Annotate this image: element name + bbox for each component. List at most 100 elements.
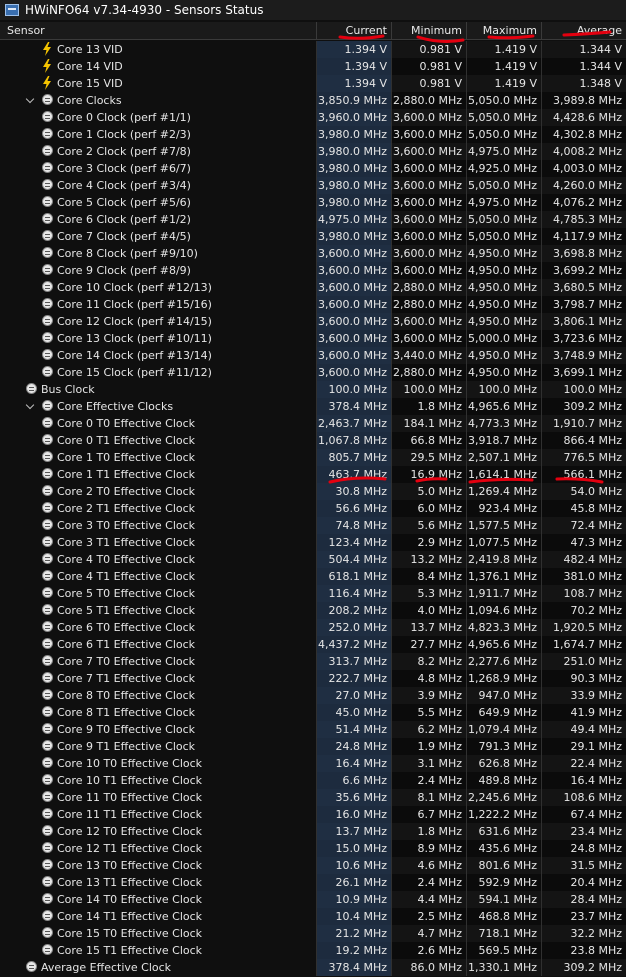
sensor-label: Core 4 Clock (perf #3/4) [57, 179, 191, 192]
minimum-value: 6.0 MHz [391, 500, 466, 517]
average-value: 23.8 MHz [541, 942, 626, 959]
minimum-value: 3.1 MHz [391, 755, 466, 772]
sensor-row[interactable]: Core 14 Clock (perf #13/14) 3,600.0 MHz 3,… [0, 347, 626, 364]
sensor-row[interactable]: Core 15 T1 Effective Clock 19.2 MHz 2.6 MH… [0, 942, 626, 959]
current-value: 10.9 MHz [316, 891, 391, 908]
sensor-name-cell: Core 15 VID [0, 75, 316, 92]
average-value: 3,798.7 MHz [541, 296, 626, 313]
average-value: 54.0 MHz [541, 483, 626, 500]
current-value: 1.394 V [316, 41, 391, 58]
sensor-row[interactable]: Core 15 Clock (perf #11/12) 3,600.0 MHz 2,… [0, 364, 626, 381]
sensor-row[interactable]: Core 10 T0 Effective Clock 16.4 MHz 3.1 MH… [0, 755, 626, 772]
column-header-average[interactable]: Average [541, 22, 626, 39]
minimum-value: 16.9 MHz [391, 466, 466, 483]
sensor-row[interactable]: Core 13 T0 Effective Clock 10.6 MHz 4.6 MH… [0, 857, 626, 874]
current-value: 1.394 V [316, 58, 391, 75]
minimum-value: 2.5 MHz [391, 908, 466, 925]
sensor-row[interactable]: Core 10 Clock (perf #12/13) 3,600.0 MHz 2,… [0, 279, 626, 296]
sensor-label: Core 6 T1 Effective Clock [57, 638, 196, 651]
sensor-row[interactable]: Bus Clock 100.0 MHz 100.0 MHz 100.0 MHz 100.… [0, 381, 626, 398]
sensor-row[interactable]: Core 9 T1 Effective Clock 24.8 MHz 1.9 MHz… [0, 738, 626, 755]
sensor-row[interactable]: Core 4 T0 Effective Clock 504.4 MHz 13.2 M… [0, 551, 626, 568]
sensor-row[interactable]: Core 11 Clock (perf #15/16) 3,600.0 MHz 2,… [0, 296, 626, 313]
sensor-row[interactable]: Core 11 T0 Effective Clock 35.6 MHz 8.1 MH… [0, 789, 626, 806]
sensor-row[interactable]: Core 7 T1 Effective Clock 222.7 MHz 4.8 MH… [0, 670, 626, 687]
sensor-row[interactable]: Core 2 T0 Effective Clock 30.8 MHz 5.0 MHz… [0, 483, 626, 500]
chevron-down-icon[interactable] [26, 96, 34, 104]
sensor-label: Core Clocks [57, 94, 122, 107]
sensor-row[interactable]: Core 10 T1 Effective Clock 6.6 MHz 2.4 MHz… [0, 772, 626, 789]
sensor-row[interactable]: Core 12 T0 Effective Clock 13.7 MHz 1.8 MH… [0, 823, 626, 840]
sensor-row[interactable]: Core Effective Clocks 378.4 MHz 1.8 MHz 4,9… [0, 398, 626, 415]
column-header-current[interactable]: Current [316, 22, 391, 39]
sensor-row[interactable]: Core 14 T0 Effective Clock 10.9 MHz 4.4 MH… [0, 891, 626, 908]
sensor-row[interactable]: Core 3 T1 Effective Clock 123.4 MHz 2.9 MH… [0, 534, 626, 551]
minimum-value: 29.5 MHz [391, 449, 466, 466]
column-header: Sensor Current Minimum Maximum Average [0, 22, 626, 40]
minimum-value: 3,600.0 MHz [391, 194, 466, 211]
sensor-label: Core 9 T1 Effective Clock [57, 740, 196, 753]
column-header-maximum[interactable]: Maximum [466, 22, 541, 39]
sensor-row[interactable]: Core 14 T1 Effective Clock 10.4 MHz 2.5 MH… [0, 908, 626, 925]
sensor-row[interactable]: Core 8 T0 Effective Clock 27.0 MHz 3.9 MHz… [0, 687, 626, 704]
sensor-row[interactable]: Core 3 T0 Effective Clock 74.8 MHz 5.6 MHz… [0, 517, 626, 534]
sensor-row[interactable]: Core 1 Clock (perf #2/3) 3,980.0 MHz 3,600… [0, 126, 626, 143]
average-value: 3,699.2 MHz [541, 262, 626, 279]
sensor-row[interactable]: Core 8 Clock (perf #9/10) 3,600.0 MHz 3,60… [0, 245, 626, 262]
sensor-row[interactable]: Core 5 T0 Effective Clock 116.4 MHz 5.3 MH… [0, 585, 626, 602]
sensor-label: Core 8 T0 Effective Clock [57, 689, 196, 702]
sensor-row[interactable]: Core 0 T1 Effective Clock 1,067.8 MHz 66.8… [0, 432, 626, 449]
sensor-name-cell: Core 10 T1 Effective Clock [0, 772, 316, 789]
sensor-row[interactable]: Core 2 T1 Effective Clock 56.6 MHz 6.0 MHz… [0, 500, 626, 517]
sensor-row[interactable]: Core 13 T1 Effective Clock 26.1 MHz 2.4 MH… [0, 874, 626, 891]
sensor-label: Core 13 T0 Effective Clock [57, 859, 203, 872]
sensor-row[interactable]: Core 12 Clock (perf #14/15) 3,600.0 MHz 3,… [0, 313, 626, 330]
clock-icon [42, 808, 53, 819]
column-header-sensor[interactable]: Sensor [0, 22, 316, 39]
sensor-row[interactable]: Core 11 T1 Effective Clock 16.0 MHz 6.7 MH… [0, 806, 626, 823]
clock-icon [42, 638, 53, 649]
sensor-row[interactable]: Core 13 Clock (perf #10/11) 3,600.0 MHz 3,… [0, 330, 626, 347]
sensor-row[interactable]: Core 1 T0 Effective Clock 805.7 MHz 29.5 M… [0, 449, 626, 466]
clock-icon [42, 196, 53, 207]
sensor-label: Core 6 T0 Effective Clock [57, 621, 196, 634]
sensor-row[interactable]: Core 9 Clock (perf #8/9) 3,600.0 MHz 3,600… [0, 262, 626, 279]
sensor-row[interactable]: Average Effective Clock 378.4 MHz 86.0 MHz… [0, 959, 626, 976]
sensor-row[interactable]: Core 0 T0 Effective Clock 2,463.7 MHz 184.… [0, 415, 626, 432]
average-value: 482.4 MHz [541, 551, 626, 568]
current-value: 618.1 MHz [316, 568, 391, 585]
sensor-row[interactable]: Core 12 T1 Effective Clock 15.0 MHz 8.9 MH… [0, 840, 626, 857]
sensor-row[interactable]: Core 7 T0 Effective Clock 313.7 MHz 8.2 MH… [0, 653, 626, 670]
sensor-row[interactable]: Core 5 T1 Effective Clock 208.2 MHz 4.0 MH… [0, 602, 626, 619]
sensor-row[interactable]: Core 8 T1 Effective Clock 45.0 MHz 5.5 MHz… [0, 704, 626, 721]
sensor-row[interactable]: Core 15 VID 1.394 V 0.981 V 1.419 V 1.348 V [0, 75, 626, 92]
sensor-row[interactable]: Core 1 T1 Effective Clock 463.7 MHz 16.9 M… [0, 466, 626, 483]
sensor-row[interactable]: Core 9 T0 Effective Clock 51.4 MHz 6.2 MHz… [0, 721, 626, 738]
bolt-icon [43, 59, 51, 73]
sensor-row[interactable]: Core 3 Clock (perf #6/7) 3,980.0 MHz 3,600… [0, 160, 626, 177]
sensor-label: Core 4 T0 Effective Clock [57, 553, 196, 566]
maximum-value: 4,950.0 MHz [466, 296, 541, 313]
sensor-row[interactable]: Core 7 Clock (perf #4/5) 3,980.0 MHz 3,600… [0, 228, 626, 245]
current-value: 3,980.0 MHz [316, 143, 391, 160]
sensor-row[interactable]: Core 14 VID 1.394 V 0.981 V 1.419 V 1.344 V [0, 58, 626, 75]
column-header-minimum[interactable]: Minimum [391, 22, 466, 39]
sensor-row[interactable]: Core 6 T0 Effective Clock 252.0 MHz 13.7 M… [0, 619, 626, 636]
current-value: 123.4 MHz [316, 534, 391, 551]
sensor-row[interactable]: Core 15 T0 Effective Clock 21.2 MHz 4.7 MH… [0, 925, 626, 942]
sensor-row[interactable]: Core 5 Clock (perf #5/6) 3,980.0 MHz 3,600… [0, 194, 626, 211]
sensor-row[interactable]: Core 6 Clock (perf #1/2) 4,975.0 MHz 3,600… [0, 211, 626, 228]
sensor-row[interactable]: Core 4 Clock (perf #3/4) 3,980.0 MHz 3,600… [0, 177, 626, 194]
current-value: 10.4 MHz [316, 908, 391, 925]
average-value: 3,680.5 MHz [541, 279, 626, 296]
sensor-row[interactable]: Core 13 VID 1.394 V 0.981 V 1.419 V 1.344 V [0, 41, 626, 58]
sensor-row[interactable]: Core 2 Clock (perf #7/8) 3,980.0 MHz 3,600… [0, 143, 626, 160]
sensor-row[interactable]: Core 6 T1 Effective Clock 4,437.2 MHz 27.7… [0, 636, 626, 653]
maximum-value: 1.419 V [466, 58, 541, 75]
sensor-row[interactable]: Core 4 T1 Effective Clock 618.1 MHz 8.4 MH… [0, 568, 626, 585]
sensor-row[interactable]: Core Clocks 3,850.9 MHz 2,880.0 MHz 5,050.0… [0, 92, 626, 109]
sensor-name-cell: Core 8 T1 Effective Clock [0, 704, 316, 721]
chevron-down-icon[interactable] [26, 402, 34, 410]
minimum-value: 86.0 MHz [391, 959, 466, 976]
sensor-row[interactable]: Core 0 Clock (perf #1/1) 3,960.0 MHz 3,600… [0, 109, 626, 126]
